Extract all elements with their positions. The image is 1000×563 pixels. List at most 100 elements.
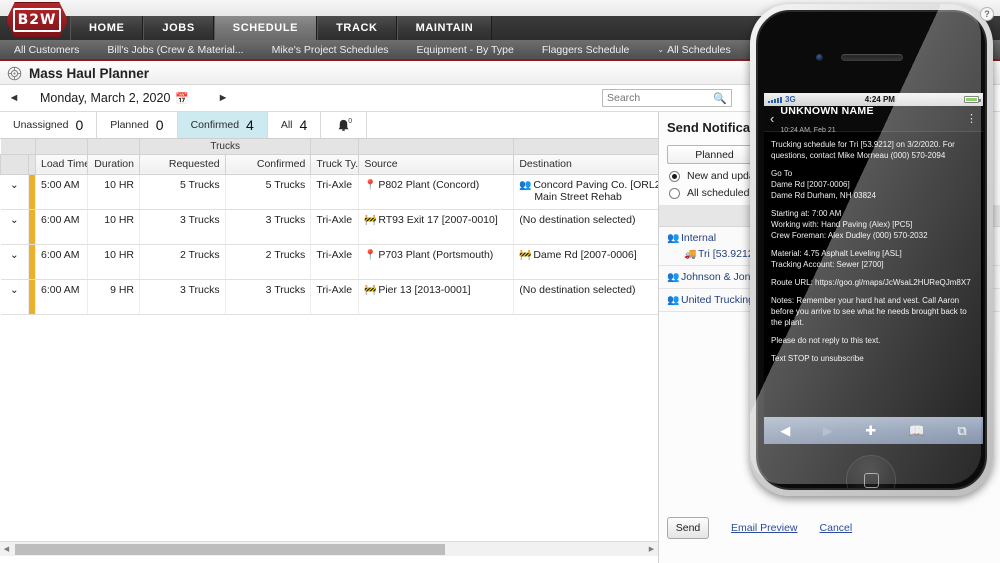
- tabs-icon[interactable]: ⧉: [957, 423, 966, 439]
- help-icon[interactable]: ?: [980, 7, 994, 21]
- group-icon: 👥: [519, 180, 530, 191]
- plus-icon[interactable]: ✚: [865, 423, 876, 439]
- nav-item-home[interactable]: HOME: [70, 16, 143, 40]
- tab-count: 4: [246, 117, 254, 133]
- cell-source: 🚧RT93 Exit 17 [2007-0010]: [359, 209, 514, 244]
- email-preview-link[interactable]: Email Preview: [731, 522, 798, 534]
- radio-button-selected-icon[interactable]: [669, 171, 680, 182]
- column-header-load-time[interactable]: Load Time: [36, 154, 88, 174]
- message-paragraph-6: Notes: Remember your hard hat and vest. …: [771, 295, 976, 328]
- row-expand-chevron-icon[interactable]: ⌄: [1, 279, 29, 314]
- prev-day-button[interactable]: ◄: [0, 92, 28, 104]
- calendar-icon[interactable]: 📅: [175, 92, 189, 105]
- subnav-item-label: Equipment - By Type: [417, 44, 514, 56]
- cell-confirmed: 2 Trucks: [225, 244, 311, 279]
- scrollbar-track[interactable]: [13, 544, 645, 555]
- cell-load-time: 5:00 AM: [36, 174, 88, 209]
- table-row[interactable]: ⌄6:00 AM10 HR2 Trucks2 TrucksTri-Axle📍P7…: [1, 244, 659, 279]
- cell-duration: 10 HR: [88, 209, 140, 244]
- column-header-destination[interactable]: Destination: [514, 154, 658, 174]
- destination-label: (No destination selected): [519, 284, 635, 296]
- tab-label: All: [281, 119, 293, 131]
- app-root: B2W HOMEJOBSSCHEDULETRACKMAINTAIN All Cu…: [0, 0, 1000, 563]
- cell-load-time: 6:00 AM: [36, 209, 88, 244]
- search-input[interactable]: [607, 92, 713, 104]
- cell-source: 🚧Pier 13 [2013-0001]: [359, 279, 514, 314]
- home-button-square-icon: [864, 473, 879, 488]
- row-expand-chevron-icon[interactable]: ⌄: [1, 244, 29, 279]
- source-label: P802 Plant (Concord): [378, 179, 479, 191]
- scrollbar-thumb[interactable]: [15, 544, 445, 555]
- main-nav: HOMEJOBSSCHEDULETRACKMAINTAIN: [70, 16, 492, 40]
- column-header-source[interactable]: Source: [359, 154, 514, 174]
- book-icon[interactable]: 📖: [909, 423, 925, 439]
- column-header-blank-0[interactable]: [1, 154, 29, 174]
- tab-planned[interactable]: Planned0: [97, 112, 177, 138]
- subnav-item-bill-s-jobs-crew-material[interactable]: Bill's Jobs (Crew & Material...: [93, 44, 257, 56]
- forward-arrow-icon[interactable]: ▶: [823, 423, 833, 439]
- subnav-item-all-schedules[interactable]: ⌄All Schedules: [643, 44, 744, 56]
- message-paragraph-2: Go ToDame Rd [2007-0006]Dame Rd Durham, …: [771, 168, 976, 201]
- search-box[interactable]: 🔍: [602, 89, 732, 107]
- table-row[interactable]: ⌄6:00 AM9 HR3 Trucks3 TrucksTri-Axle🚧Pie…: [1, 279, 659, 314]
- cell-destination: 🚧Dame Rd [2007-0006]: [514, 244, 658, 279]
- column-header-truck-ty[interactable]: Truck Ty...: [311, 154, 359, 174]
- kebab-menu-icon[interactable]: ⋮: [966, 116, 977, 122]
- row-expand-chevron-icon[interactable]: ⌄: [1, 174, 29, 209]
- search-icon[interactable]: 🔍: [713, 92, 727, 105]
- grp-blank-loadtime: [36, 139, 88, 154]
- column-header-blank-1[interactable]: [29, 154, 36, 174]
- back-chevron-icon[interactable]: ‹: [770, 111, 774, 126]
- destination-label: Dame Rd [2007-0006]: [533, 249, 636, 261]
- column-header-duration[interactable]: Duration: [88, 154, 140, 174]
- table-row[interactable]: ⌄6:00 AM10 HR3 Trucks3 TrucksTri-Axle🚧RT…: [1, 209, 659, 244]
- nav-item-maintain[interactable]: MAINTAIN: [397, 16, 493, 40]
- subnav-item-all-customers[interactable]: All Customers: [0, 44, 93, 56]
- scroll-left-arrow[interactable]: ◀: [0, 545, 13, 553]
- contact-name: UNKNOWN NAME: [780, 105, 873, 117]
- table-row[interactable]: ⌄5:00 AM10 HR5 Trucks5 TrucksTri-Axle📍P8…: [1, 174, 659, 209]
- nav-item-track[interactable]: TRACK: [317, 16, 397, 40]
- b2w-logo[interactable]: B2W: [6, 2, 68, 38]
- group-icon: 👥: [667, 233, 678, 244]
- radio-all-scheduled[interactable]: All scheduled: [669, 187, 749, 199]
- send-button[interactable]: Send: [667, 517, 709, 539]
- vendor-name: Internal: [681, 232, 716, 244]
- back-arrow-icon[interactable]: ◀: [780, 423, 790, 439]
- cell-destination: 👥Concord Paving Co. [ORL21]Main Street R…: [514, 174, 658, 209]
- next-day-button[interactable]: ►: [209, 92, 237, 104]
- cancel-link[interactable]: Cancel: [820, 522, 853, 534]
- column-header-requested[interactable]: Requested: [140, 154, 226, 174]
- cell-confirmed: 3 Trucks: [225, 279, 311, 314]
- subnav-item-label: Flaggers Schedule: [542, 44, 630, 56]
- phone-screen: 3G 4:24 PM ‹ UNKNOWN NAME 10:24 AM, Feb …: [764, 93, 983, 417]
- home-button[interactable]: [846, 455, 896, 490]
- subnav-item-equipment-by-type[interactable]: Equipment - By Type: [403, 44, 528, 56]
- alerts-button[interactable]: 0: [321, 112, 367, 138]
- nav-item-jobs[interactable]: JOBS: [143, 16, 213, 40]
- nav-item-schedule[interactable]: SCHEDULE: [214, 16, 317, 40]
- subnav-item-flaggers-schedule[interactable]: Flaggers Schedule: [528, 44, 644, 56]
- pin-icon: 📍: [364, 180, 375, 191]
- radio-button-icon[interactable]: [669, 188, 680, 199]
- cell-truck-type: Tri-Axle: [311, 209, 359, 244]
- subnav-item-mike-s-project-schedules[interactable]: Mike's Project Schedules: [258, 44, 403, 56]
- logo-text: B2W: [13, 8, 61, 32]
- cone-icon: 🚧: [364, 215, 375, 226]
- column-header-confirmed[interactable]: Confirmed: [225, 154, 311, 174]
- message-paragraph-5: Route URL: https://goo.gl/maps/JcWsaL2HU…: [771, 277, 976, 288]
- tab-unassigned[interactable]: Unassigned0: [0, 112, 97, 138]
- phone-mockup: 3G 4:24 PM ‹ UNKNOWN NAME 10:24 AM, Feb …: [750, 4, 993, 496]
- scroll-right-arrow[interactable]: ▶: [645, 545, 658, 553]
- horizontal-scrollbar[interactable]: ◀ ▶: [0, 541, 658, 556]
- tab-confirmed[interactable]: Confirmed 4: [178, 112, 268, 138]
- message-body: Trucking schedule for Tri [53.9212] on 3…: [764, 132, 983, 378]
- cone-icon: 🚧: [364, 285, 375, 296]
- cell-confirmed: 3 Trucks: [225, 209, 311, 244]
- row-expand-chevron-icon[interactable]: ⌄: [1, 209, 29, 244]
- tab-all[interactable]: All4: [268, 112, 321, 138]
- status-select[interactable]: Planned: [667, 145, 762, 164]
- tab-label: Unassigned: [13, 119, 68, 131]
- tab-label: Confirmed: [191, 119, 239, 131]
- message-header: ‹ UNKNOWN NAME 10:24 AM, Feb 21 ⋮: [764, 106, 983, 132]
